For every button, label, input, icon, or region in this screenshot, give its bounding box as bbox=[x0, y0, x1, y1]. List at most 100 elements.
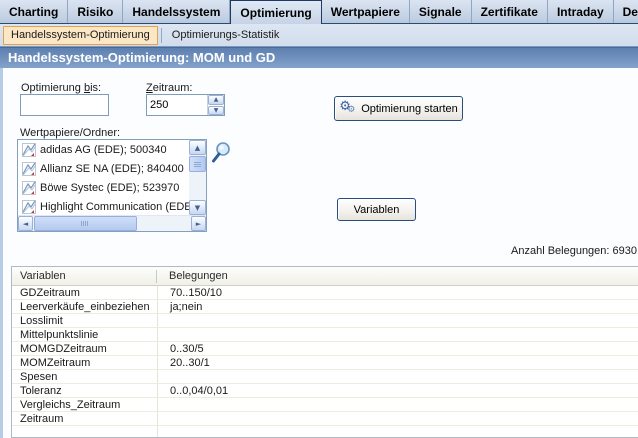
optimierung-starten-button[interactable]: ⚙ ⚙ Optimierung starten bbox=[334, 96, 463, 121]
list-item[interactable]: Highlight Communication (EDE bbox=[18, 197, 189, 215]
gear-glyph: ⚙ bbox=[347, 105, 355, 115]
cell-variable bbox=[12, 426, 157, 438]
tab-optimierung[interactable]: Optimierung bbox=[230, 0, 321, 24]
table-row[interactable]: Losslimit bbox=[12, 314, 638, 328]
cell-belegung: 20..30/1 bbox=[157, 356, 638, 369]
cell-variable: Losslimit bbox=[12, 314, 157, 327]
tab-derivate[interactable]: Derivate bbox=[614, 0, 638, 23]
table-row[interactable]: Leerverkäufe_einbeziehen ja;nein bbox=[12, 300, 638, 314]
variablen-button[interactable]: Variablen bbox=[337, 198, 416, 221]
column-header-belegungen: Belegungen bbox=[157, 270, 228, 282]
search-icon[interactable] bbox=[210, 141, 232, 165]
table-row[interactable]: Toleranz 0..0,04/0,01 bbox=[12, 384, 638, 398]
table-row[interactable]: MOMGDZeitraum 0..30/5 bbox=[12, 342, 638, 356]
table-row-empty[interactable] bbox=[12, 426, 638, 438]
tab-intraday[interactable]: Intraday bbox=[548, 0, 614, 23]
spin-up-icon: ▲ bbox=[214, 96, 219, 103]
spin-down-icon: ▼ bbox=[214, 107, 219, 114]
vertical-scrollbar[interactable]: ▲ ▼ bbox=[189, 140, 206, 215]
scroll-up-button[interactable]: ▲ bbox=[189, 140, 206, 155]
button-label: Variablen bbox=[354, 204, 400, 216]
zeitraum-spinner: ▲ ▼ bbox=[146, 94, 225, 116]
list-item[interactable]: adidas AG (EDE); 500340 bbox=[18, 140, 189, 159]
table-header: Variablen Belegungen bbox=[12, 267, 638, 286]
cell-variable: Vergleichs_Zeitraum bbox=[12, 398, 157, 411]
accesskey: Z bbox=[146, 82, 153, 94]
scroll-right-button[interactable]: ► bbox=[191, 216, 206, 231]
scroll-left-icon: ◄ bbox=[23, 220, 28, 228]
cell-variable: Leerverkäufe_einbeziehen bbox=[12, 300, 157, 313]
cell-belegung bbox=[157, 328, 638, 341]
scroll-down-icon: ▼ bbox=[195, 204, 200, 212]
table-row[interactable]: Vergleichs_Zeitraum bbox=[12, 398, 638, 412]
table-row[interactable]: GDZeitraum 70..150/10 bbox=[12, 286, 638, 300]
spin-up-button[interactable]: ▲ bbox=[208, 95, 224, 105]
horizontal-scroll-thumb[interactable] bbox=[34, 216, 137, 231]
subtab-optimierungs-statistik[interactable]: Optimierungs-Statistik bbox=[165, 26, 287, 45]
chart-icon bbox=[22, 143, 36, 157]
content-panel: Optimierung bis: Zeitraum: ▲ ▼ ⚙ ⚙ Optim… bbox=[0, 68, 638, 438]
list-item[interactable]: Allianz SE NA (EDE); 840400 bbox=[18, 159, 189, 178]
zeitraum-input[interactable] bbox=[147, 95, 207, 115]
scroll-up-icon: ▲ bbox=[195, 144, 200, 152]
spin-down-button[interactable]: ▼ bbox=[208, 106, 224, 116]
table-row[interactable]: Zeitraum bbox=[12, 412, 638, 426]
variablen-table: Variablen Belegungen GDZeitraum 70..150/… bbox=[11, 266, 638, 438]
label-text: eitraum: bbox=[153, 82, 193, 94]
tab-risiko[interactable]: Risiko bbox=[68, 0, 123, 23]
tab-charting[interactable]: Charting bbox=[0, 0, 68, 23]
tab-signale[interactable]: Signale bbox=[410, 0, 472, 23]
vertical-scroll-thumb[interactable] bbox=[189, 156, 206, 172]
table-row[interactable]: Mittelpunktslinie bbox=[12, 328, 638, 342]
column-header-variablen: Variablen bbox=[12, 270, 157, 283]
list-item-label: Highlight Communication (EDE bbox=[40, 201, 189, 213]
button-label: Optimierung starten bbox=[361, 103, 458, 115]
cell-variable: MOMZeitraum bbox=[12, 356, 157, 369]
list-item-label: adidas AG (EDE); 500340 bbox=[40, 144, 167, 156]
cell-belegung: ja;nein bbox=[157, 300, 638, 313]
cell-variable: Toleranz bbox=[12, 384, 157, 397]
cell-variable: GDZeitraum bbox=[12, 286, 157, 299]
optimierung-bis-label: Optimierung bis: bbox=[21, 82, 101, 94]
wertpapiere-listbox: adidas AG (EDE); 500340 Allianz SE NA (E… bbox=[17, 139, 207, 232]
list-items: adidas AG (EDE); 500340 Allianz SE NA (E… bbox=[18, 140, 189, 215]
scroll-down-button[interactable]: ▼ bbox=[189, 200, 206, 215]
scroll-left-button[interactable]: ◄ bbox=[18, 216, 33, 231]
anzahl-belegungen-text: Anzahl Belegungen: 6930 bbox=[511, 245, 637, 257]
cell-belegung bbox=[157, 412, 638, 425]
tab-zertifikate[interactable]: Zertifikate bbox=[472, 0, 548, 23]
cell-belegung: 0..30/5 bbox=[157, 342, 638, 355]
tab-wertpapiere[interactable]: Wertpapiere bbox=[322, 0, 410, 23]
cell-belegung: 0..0,04/0,01 bbox=[157, 384, 638, 397]
cell-belegung bbox=[157, 314, 638, 327]
cell-belegung bbox=[157, 398, 638, 411]
subtab-handelssystem-optimierung[interactable]: Handelssystem-Optimierung bbox=[3, 26, 158, 45]
scroll-right-icon: ► bbox=[196, 220, 201, 228]
cell-variable: Mittelpunktslinie bbox=[12, 328, 157, 341]
chart-icon bbox=[22, 181, 36, 195]
table-row[interactable]: Spesen bbox=[12, 370, 638, 384]
label-text: Optimierung bbox=[21, 82, 84, 94]
label-text: is: bbox=[90, 82, 101, 94]
cell-variable: Spesen bbox=[12, 370, 157, 383]
wertpapiere-ordner-label: Wertpapiere/Ordner: bbox=[20, 127, 120, 139]
page-title: Handelssystem-Optimierung: MOM und GD bbox=[0, 47, 638, 68]
list-item-label: Böwe Systec (EDE); 523970 bbox=[40, 182, 179, 194]
optimierung-bis-input[interactable] bbox=[20, 94, 109, 116]
subtab-divider bbox=[161, 28, 162, 43]
application-window: Charting Risiko Handelssystem Optimierun… bbox=[0, 0, 638, 438]
table-row[interactable]: MOMZeitraum 20..30/1 bbox=[12, 356, 638, 370]
horizontal-scrollbar[interactable]: ◄ ► bbox=[18, 215, 206, 231]
tab-handelssystem[interactable]: Handelssystem bbox=[123, 0, 230, 23]
zeitraum-label: Zeitraum: bbox=[146, 82, 192, 94]
spin-buttons: ▲ ▼ bbox=[207, 95, 224, 115]
chart-icon bbox=[22, 200, 36, 214]
sub-tab-bar: Handelssystem-Optimierung Optimierungs-S… bbox=[0, 24, 638, 47]
list-item-label: Allianz SE NA (EDE); 840400 bbox=[40, 163, 184, 175]
chart-icon bbox=[22, 162, 36, 176]
list-item[interactable]: Böwe Systec (EDE); 523970 bbox=[18, 178, 189, 197]
cell-belegung bbox=[157, 426, 638, 438]
cell-variable: Zeitraum bbox=[12, 412, 157, 425]
cell-belegung bbox=[157, 370, 638, 383]
cell-belegung: 70..150/10 bbox=[157, 286, 638, 299]
